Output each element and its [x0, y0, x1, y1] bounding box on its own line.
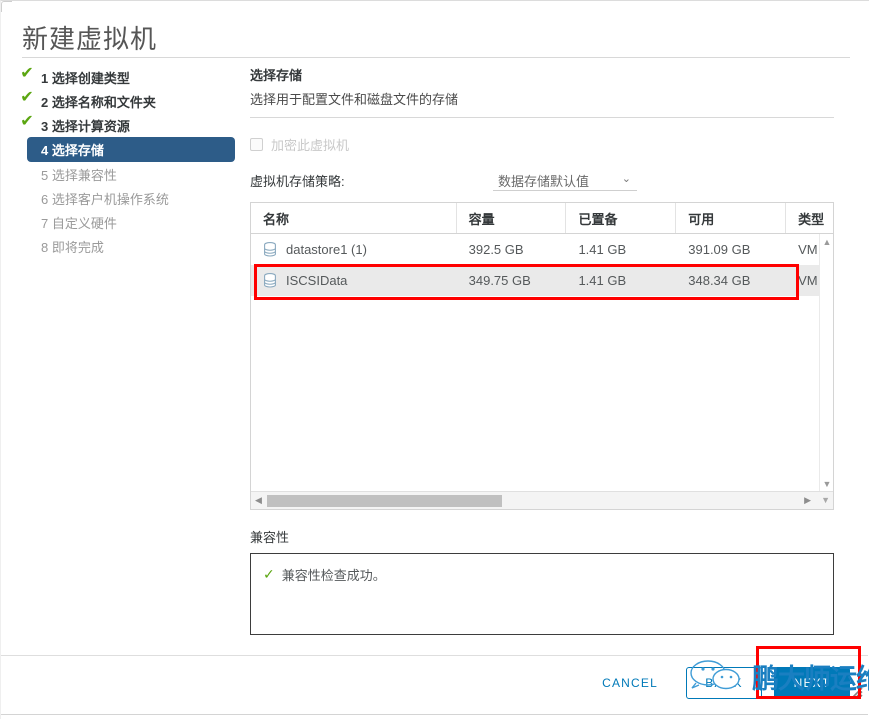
sidebar-step-label: 3 选择计算资源 — [41, 118, 130, 134]
compatibility-label: 兼容性 — [250, 530, 290, 545]
compatibility-message: 兼容性检查成功。 — [281, 568, 386, 583]
cell-name: datastore1 (1) — [251, 242, 457, 257]
footer-button-group: CANCEL BACK NEXT — [586, 667, 850, 699]
cancel-button[interactable]: CANCEL — [586, 667, 674, 699]
check-icon: ✔ — [20, 113, 34, 130]
cell-name-text: datastore1 (1) — [286, 242, 367, 257]
wizard-footer: CANCEL BACK NEXT — [1, 655, 868, 719]
datastore-table-body: datastore1 (1) 392.5 GB 1.41 GB 391.09 G… — [251, 234, 833, 492]
sidebar-step-8[interactable]: 8 即将完成 — [1, 234, 241, 258]
back-button[interactable]: BACK — [686, 667, 762, 699]
horizontal-scroll-thumb[interactable] — [267, 495, 502, 507]
select-storage-pane: 选择存储 选择用于配置文件和磁盘文件的存储 加密此虚拟机 虚拟机存储策略: 数据… — [250, 65, 850, 635]
encrypt-vm-checkbox[interactable] — [250, 137, 263, 151]
sidebar-step-label: 8 即将完成 — [41, 239, 104, 255]
scroll-down-arrow-icon[interactable]: ▼ — [822, 479, 832, 489]
datastore-icon — [263, 242, 277, 257]
table-row[interactable]: ISCSIData 349.75 GB 1.41 GB 348.34 GB VM — [251, 265, 833, 296]
cell-provisioned: 1.41 GB — [578, 273, 627, 288]
next-button[interactable]: NEXT — [774, 667, 850, 699]
datastore-table: 名称 容量 已置备 可用 类型 datastore1 (1) 392.5 GB … — [250, 202, 834, 510]
check-icon: ✓ — [263, 566, 275, 582]
encrypt-vm-row[interactable]: 加密此虚拟机 — [250, 135, 850, 153]
cell-free: 348.34 GB — [688, 273, 751, 288]
section-subtitle: 选择用于配置文件和磁盘文件的存储 — [250, 92, 459, 107]
wizard-title-bar: 新建虚拟机 — [1, 9, 869, 58]
cell-capacity: 349.75 GB — [468, 273, 531, 288]
sidebar-step-label: 7 自定义硬件 — [41, 215, 117, 231]
title-divider — [22, 57, 850, 58]
column-header-type[interactable]: 类型 — [786, 203, 833, 233]
sidebar-step-4-selected[interactable]: 4 选择存储 — [27, 137, 235, 162]
cell-name: ISCSIData — [251, 273, 457, 288]
sidebar-step-7[interactable]: 7 自定义硬件 — [1, 210, 241, 234]
sidebar-step-label: 4 选择存储 — [41, 143, 104, 158]
column-header-capacity[interactable]: 容量 — [457, 203, 567, 233]
page-title: 新建虚拟机 — [22, 24, 158, 54]
section-title: 选择存储 — [250, 68, 303, 83]
compatibility-box: ✓ 兼容性检查成功。 — [250, 553, 834, 635]
check-icon: ✔ — [20, 65, 34, 82]
encrypt-vm-label: 加密此虚拟机 — [271, 137, 350, 153]
wizard-steps-nav: ✔ 1 选择创建类型 ✔ 2 选择名称和文件夹 ✔ 3 选择计算资源 4 选择存… — [1, 65, 241, 325]
column-header-provisioned[interactable]: 已置备 — [566, 203, 677, 233]
table-row[interactable]: datastore1 (1) 392.5 GB 1.41 GB 391.09 G… — [251, 234, 833, 265]
sidebar-step-1[interactable]: ✔ 1 选择创建类型 — [1, 65, 241, 89]
sidebar-step-3[interactable]: ✔ 3 选择计算资源 — [1, 113, 241, 137]
datastore-icon — [263, 273, 277, 288]
sidebar-step-2[interactable]: ✔ 2 选择名称和文件夹 — [1, 89, 241, 113]
table-vertical-scrollbar[interactable]: ▲ ▼ — [819, 234, 833, 492]
sidebar-step-label: 2 选择名称和文件夹 — [41, 94, 156, 110]
section-divider — [250, 117, 834, 118]
sidebar-step-6[interactable]: 6 选择客户机操作系统 — [1, 186, 241, 210]
sidebar-step-label: 6 选择客户机操作系统 — [41, 191, 169, 207]
vm-storage-policy-row: 虚拟机存储策略: 数据存储默认值 ⌄ — [250, 169, 850, 193]
column-header-name[interactable]: 名称 — [251, 203, 457, 233]
footer-bottom-divider — [1, 714, 868, 715]
new-virtual-machine-wizard-window: 新建虚拟机 ✔ 1 选择创建类型 ✔ 2 选择名称和文件夹 ✔ 3 选择计算资源… — [0, 0, 869, 719]
scroll-corner-arrow-icon[interactable]: ▼ — [821, 495, 830, 505]
resize-grip-icon[interactable] — [851, 687, 863, 699]
scroll-left-arrow-icon[interactable]: ◀ — [255, 495, 262, 506]
sidebar-step-label: 1 选择创建类型 — [41, 70, 130, 86]
cell-provisioned: 1.41 GB — [578, 242, 627, 257]
scroll-up-arrow-icon[interactable]: ▲ — [822, 237, 832, 247]
vm-storage-policy-value: 数据存储默认值 — [498, 174, 590, 189]
vm-storage-policy-label: 虚拟机存储策略: — [250, 174, 345, 189]
cell-capacity: 392.5 GB — [468, 242, 524, 257]
scroll-right-arrow-icon[interactable]: ▶ — [804, 495, 811, 506]
datastore-table-header: 名称 容量 已置备 可用 类型 — [251, 203, 833, 234]
check-icon: ✔ — [20, 89, 34, 106]
cell-name-text: ISCSIData — [286, 273, 348, 288]
sidebar-step-label: 5 选择兼容性 — [41, 167, 117, 183]
column-header-free[interactable]: 可用 — [676, 203, 787, 233]
table-horizontal-scrollbar[interactable]: ◀ ▶ ▼ — [251, 491, 833, 509]
compatibility-message-row: ✓ 兼容性检查成功。 — [263, 565, 386, 584]
vm-storage-policy-dropdown[interactable]: 数据存储默认值 ⌄ — [493, 169, 637, 191]
chevron-down-icon: ⌄ — [621, 173, 631, 185]
sidebar-step-5[interactable]: 5 选择兼容性 — [1, 162, 241, 186]
cell-free: 391.09 GB — [688, 242, 751, 257]
